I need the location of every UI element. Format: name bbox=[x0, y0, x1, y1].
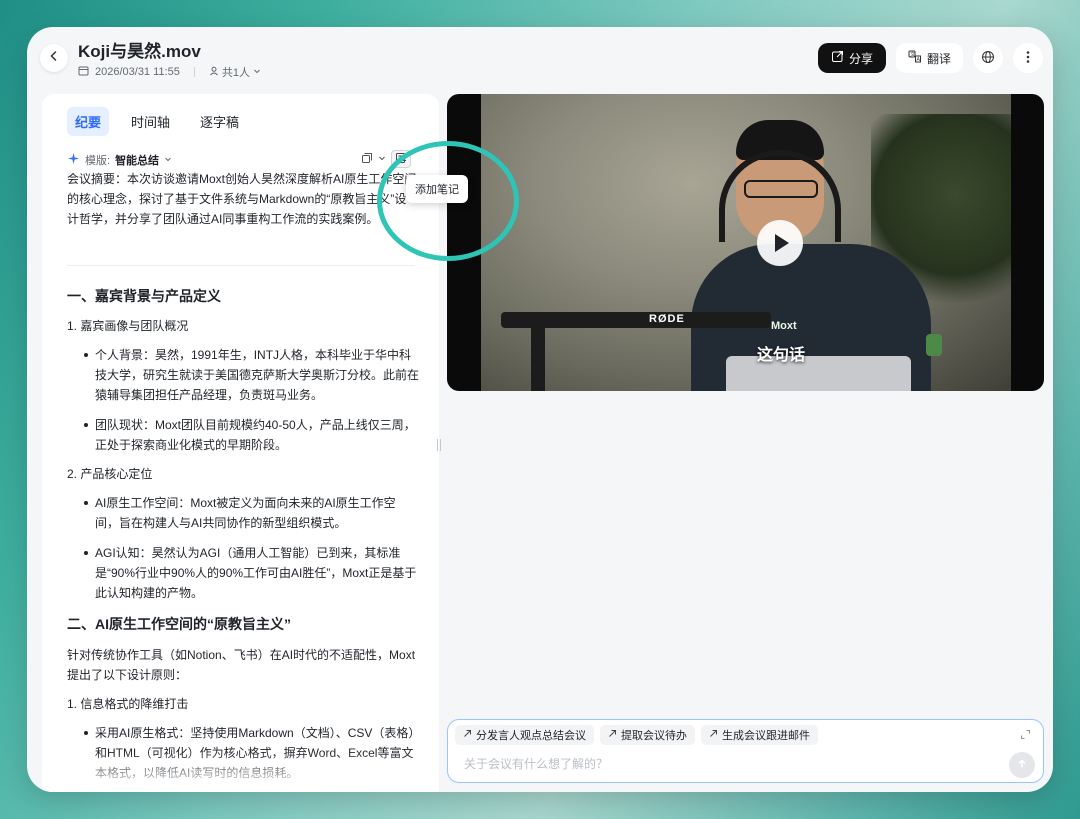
send-button[interactable] bbox=[1009, 752, 1035, 778]
suggestion-chips: 分发言人观点总结会议 提取会议待办 生成会议跟进邮件 bbox=[455, 725, 818, 745]
panel-resize-handle[interactable] bbox=[437, 439, 441, 451]
divider bbox=[67, 265, 415, 266]
translate-icon: 文A bbox=[908, 50, 922, 66]
template-value: 智能总结 bbox=[115, 155, 160, 167]
suggestion-chip[interactable]: 生成会议跟进邮件 bbox=[701, 725, 818, 745]
list-item: 团队现状：Moxt团队目前规模约40-50人，产品上线仅三周，正处于探索商业化模… bbox=[67, 415, 419, 455]
arrow-up-right-icon bbox=[463, 729, 472, 741]
play-button[interactable] bbox=[757, 220, 803, 266]
scroll-fade bbox=[42, 752, 439, 792]
add-note-tooltip: 添加笔记 bbox=[406, 175, 468, 203]
video-subtitle: 这句话 bbox=[757, 347, 806, 364]
meeting-meta: 2026/03/31 11:55 共1人 bbox=[78, 64, 261, 80]
more-button[interactable] bbox=[1013, 43, 1043, 73]
add-note-icon bbox=[395, 152, 407, 167]
chevron-down-icon[interactable] bbox=[378, 153, 386, 165]
tab-minutes[interactable]: 纪要 bbox=[67, 107, 110, 136]
chevron-down-icon bbox=[164, 154, 172, 166]
user-icon bbox=[209, 66, 219, 79]
mic-stand bbox=[531, 320, 545, 391]
share-button[interactable]: 分享 bbox=[817, 43, 886, 73]
shirt-logo: Moxt bbox=[771, 320, 797, 332]
video-frame: RØDE Moxt 这句话 bbox=[481, 94, 1011, 391]
summary-tools bbox=[361, 150, 411, 168]
subsection-heading: 1. 信息格式的降维打击 bbox=[67, 697, 189, 711]
chip-label: 提取会议待办 bbox=[621, 730, 687, 742]
meta-divider bbox=[193, 67, 195, 77]
suggestion-chip[interactable]: 提取会议待办 bbox=[600, 725, 695, 745]
page-title: Koji与昊然.mov bbox=[78, 42, 201, 61]
mic-brand: RØDE bbox=[649, 313, 685, 325]
chat-input[interactable] bbox=[464, 757, 984, 771]
header-actions: 分享 文A 翻译 bbox=[817, 43, 1043, 73]
section-heading: 一、嘉宾背景与产品定义 bbox=[67, 288, 221, 304]
share-label: 分享 bbox=[848, 51, 873, 66]
participants-count: 共1人 bbox=[221, 67, 250, 79]
tab-bar: 纪要 时间轴 逐字稿 bbox=[67, 107, 247, 136]
tab-transcript[interactable]: 逐字稿 bbox=[192, 107, 247, 136]
subsection-heading: 2. 产品核心定位 bbox=[67, 467, 153, 481]
meeting-datetime: 2026/03/31 11:55 bbox=[95, 66, 180, 78]
template-label: 模版: bbox=[85, 155, 111, 167]
copy-icon[interactable] bbox=[361, 152, 373, 167]
chip-label: 分发言人观点总结会议 bbox=[476, 730, 586, 742]
back-button[interactable] bbox=[40, 44, 68, 72]
arrow-up-right-icon bbox=[608, 729, 617, 741]
svg-text:A: A bbox=[916, 57, 920, 63]
translate-label: 翻译 bbox=[926, 51, 951, 66]
add-note-button[interactable] bbox=[391, 150, 411, 168]
participants-dropdown[interactable]: 共1人 bbox=[209, 64, 261, 80]
suggestion-chip[interactable]: 分发言人观点总结会议 bbox=[455, 725, 594, 745]
video-player[interactable]: RØDE Moxt 这句话 bbox=[447, 94, 1044, 391]
play-icon bbox=[775, 234, 789, 252]
notes-panel: 纪要 时间轴 逐字稿 模版: 智能总结 会议摘要：本次访谈邀请Moxt创始人昊然… bbox=[42, 94, 439, 792]
globe-icon bbox=[981, 50, 995, 67]
shirt-badge bbox=[926, 334, 942, 356]
share-icon bbox=[831, 50, 844, 66]
translate-button[interactable]: 文A 翻译 bbox=[895, 43, 963, 73]
tab-timeline[interactable]: 时间轴 bbox=[123, 107, 178, 136]
list-item: AGI认知：昊然认为AGI（通用人工智能）已到来，其标准是“90%行业中90%人… bbox=[67, 543, 419, 603]
ai-chat-box: 分发言人观点总结会议 提取会议待办 生成会议跟进邮件 bbox=[447, 719, 1044, 783]
app-window: Koji与昊然.mov 2026/03/31 11:55 共1人 分享 文A 翻… bbox=[27, 27, 1053, 792]
paragraph: 针对传统协作工具（如Notion、飞书）在AI时代的不适配性，Moxt提出了以下… bbox=[67, 648, 416, 682]
list-item: 个人背景：昊然，1991年生，INTJ人格，本科毕业于华中科技大学，研究生就读于… bbox=[67, 345, 419, 405]
send-icon bbox=[1017, 758, 1027, 772]
sparkle-icon bbox=[67, 152, 80, 168]
meeting-summary: 会议摘要：本次访谈邀请Moxt创始人昊然深度解析AI原生工作空间的核心理念，探讨… bbox=[67, 172, 417, 226]
chip-label: 生成会议跟进邮件 bbox=[722, 730, 810, 742]
laptop bbox=[726, 356, 911, 391]
template-selector[interactable]: 模版: 智能总结 bbox=[67, 152, 172, 168]
subsection-heading: 1. 嘉宾画像与团队概况 bbox=[67, 319, 189, 333]
chevron-left-icon bbox=[48, 49, 60, 67]
expand-icon[interactable] bbox=[1020, 729, 1031, 743]
list-item: AI原生工作空间：Moxt被定义为面向未来的AI原生工作空间，旨在构建人与AI共… bbox=[67, 493, 419, 533]
section-heading: 二、AI原生工作空间的“原教旨主义” bbox=[67, 616, 291, 632]
more-vertical-icon bbox=[1026, 50, 1030, 67]
svg-text:文: 文 bbox=[910, 51, 915, 58]
arrow-up-right-icon bbox=[709, 729, 718, 741]
globe-button[interactable] bbox=[973, 43, 1003, 73]
minutes-content: 一、嘉宾背景与产品定义 1. 嘉宾画像与团队概况 个人背景：昊然，1991年生，… bbox=[67, 279, 419, 792]
calendar-icon bbox=[78, 65, 89, 79]
chevron-down-icon bbox=[253, 66, 261, 78]
